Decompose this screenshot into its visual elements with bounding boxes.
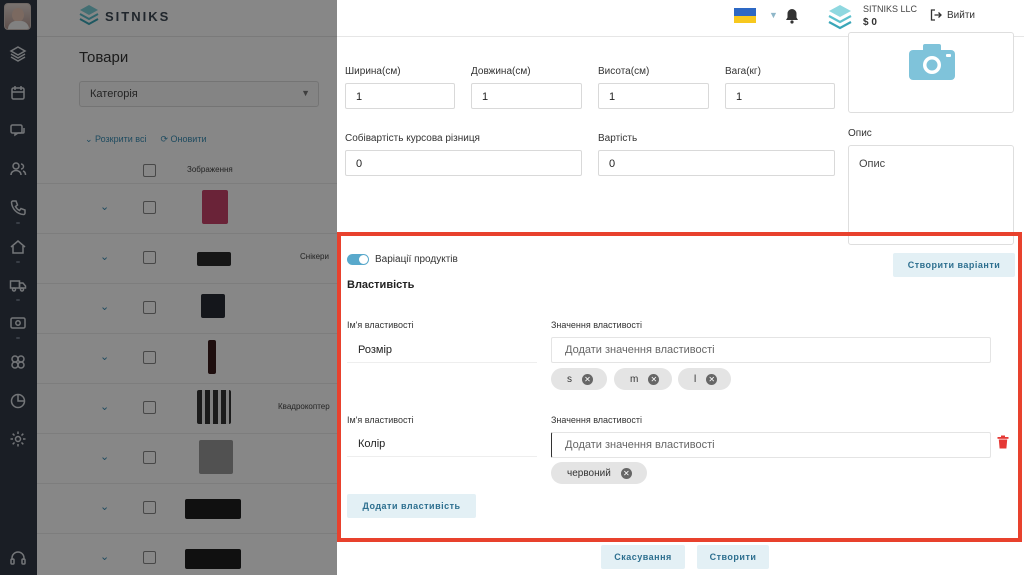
cancel-button[interactable]: Скасування xyxy=(601,545,685,569)
cost-label: Вартість xyxy=(598,133,638,144)
language-chevron-icon[interactable]: ▼ xyxy=(769,10,778,20)
modal-backdrop[interactable] xyxy=(0,0,337,575)
length-label: Довжина(см) xyxy=(471,66,531,77)
cost-input[interactable]: 0 xyxy=(598,150,835,176)
variations-toggle-label: Варіації продуктів xyxy=(375,254,458,265)
remove-chip-icon[interactable]: ✕ xyxy=(620,467,632,479)
camera-icon xyxy=(909,44,955,80)
cost-difference-label: Собівартість курсова різниця xyxy=(345,133,480,144)
length-input[interactable]: 1 xyxy=(471,83,582,109)
remove-chip-icon[interactable]: ✕ xyxy=(706,373,718,385)
cost-difference-input[interactable]: 0 xyxy=(345,150,582,176)
create-button[interactable]: Створити xyxy=(697,545,769,569)
company-name: SITNIKS LLC xyxy=(863,4,918,14)
logout-icon xyxy=(930,9,942,21)
property-value-chip: s ✕ xyxy=(551,368,607,390)
logout-button[interactable]: Вийти xyxy=(930,9,975,21)
property-values-input[interactable]: Додати значення властивості xyxy=(551,432,991,458)
width-label: Ширина(см) xyxy=(345,66,401,77)
property-section-title: Властивість xyxy=(347,279,415,291)
logout-label: Вийти xyxy=(947,9,976,21)
variations-toggle[interactable] xyxy=(347,254,369,265)
photo-upload[interactable] xyxy=(848,32,1014,113)
create-variants-button[interactable]: Створити варіанти xyxy=(893,253,1015,277)
add-property-button[interactable]: Додати властивість xyxy=(347,494,476,518)
property-name-input[interactable]: Колір xyxy=(347,431,537,457)
description-label: Опис xyxy=(848,128,872,139)
ukraine-flag-icon[interactable] xyxy=(734,8,756,23)
property-value-chip: m ✕ xyxy=(614,368,672,390)
chip-label: m xyxy=(630,373,639,385)
remove-chip-icon[interactable]: ✕ xyxy=(582,373,593,385)
property-name-label: Ім'я властивості xyxy=(347,415,414,425)
chip-label: червоний xyxy=(567,467,611,479)
delete-property-icon[interactable] xyxy=(997,435,1009,449)
weight-label: Вага(кг) xyxy=(725,66,761,77)
property-values-input[interactable]: Додати значення властивості xyxy=(551,337,991,363)
height-input[interactable]: 1 xyxy=(598,83,709,109)
property-values-label: Значення властивості xyxy=(551,320,643,330)
company-logo-icon xyxy=(828,5,852,30)
bell-icon[interactable] xyxy=(785,8,799,24)
chip-label: l xyxy=(694,373,697,385)
property-value-chip: l ✕ xyxy=(678,368,731,390)
property-values-label: Значення властивості xyxy=(551,415,643,425)
weight-input[interactable]: 1 xyxy=(725,83,835,109)
property-value-chip: червоний ✕ xyxy=(551,462,647,484)
description-textarea[interactable]: Опис xyxy=(848,145,1014,245)
company-balance: $ 0 xyxy=(863,17,877,28)
property-name-label: Ім'я властивості xyxy=(347,320,414,330)
width-input[interactable]: 1 xyxy=(345,83,455,109)
remove-chip-icon[interactable]: ✕ xyxy=(648,373,660,385)
property-name-input[interactable]: Розмір xyxy=(347,337,537,363)
height-label: Висота(см) xyxy=(598,66,650,77)
chip-label: s xyxy=(567,373,572,385)
